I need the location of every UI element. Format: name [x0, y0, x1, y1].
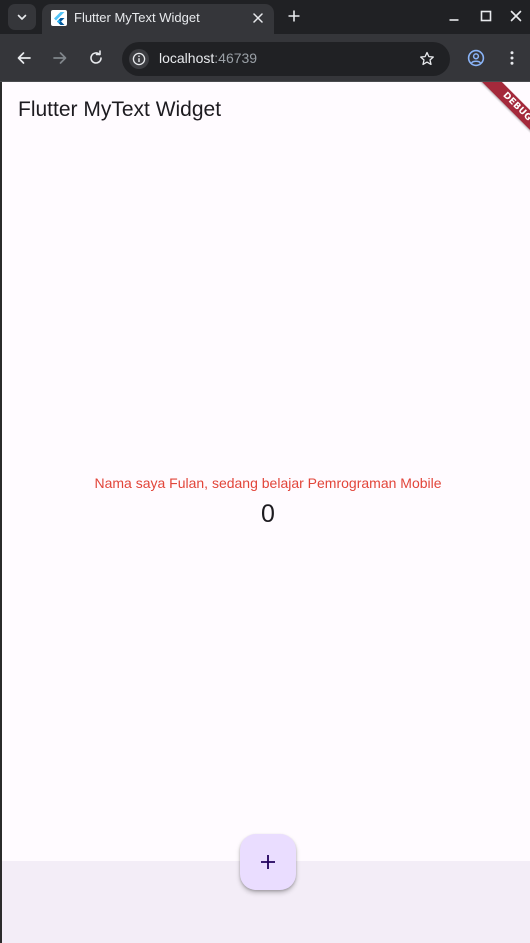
address-bar[interactable]: localhost:46739 [122, 42, 450, 76]
window-close-button[interactable] [506, 6, 526, 26]
back-button[interactable] [13, 47, 35, 69]
increment-fab[interactable] [240, 834, 296, 890]
browser-toolbar: localhost:46739 [0, 34, 530, 82]
tab-search-button[interactable] [8, 4, 36, 30]
forward-button[interactable] [49, 47, 71, 69]
tab-title: Flutter MyText Widget [74, 10, 200, 25]
profile-icon [467, 49, 485, 67]
url-host: localhost [159, 50, 215, 66]
flutter-icon [51, 10, 67, 26]
url-text: localhost:46739 [159, 50, 257, 66]
maximize-icon [480, 10, 492, 22]
back-arrow-icon [17, 52, 31, 64]
bookmark-button[interactable] [418, 50, 436, 68]
browser-window: Flutter MyText Widget localhost:46739 Fl… [0, 0, 530, 943]
plus-icon [288, 10, 300, 22]
site-info-button[interactable] [129, 49, 149, 69]
close-icon [510, 10, 522, 22]
browser-tab-active[interactable]: Flutter MyText Widget [42, 4, 274, 34]
chevron-down-icon [17, 14, 27, 20]
counter-value: 0 [261, 500, 275, 528]
app-viewport: Flutter MyText Widget DEBUG Nama saya Fu… [0, 82, 530, 943]
debug-banner-label: DEBUG [480, 82, 530, 144]
url-port: :46739 [214, 50, 258, 66]
reload-icon [90, 50, 102, 64]
profile-button[interactable] [465, 47, 487, 69]
more-vert-icon [510, 51, 514, 65]
info-icon [132, 52, 146, 66]
browser-menu-button[interactable] [501, 47, 523, 69]
forward-arrow-icon [53, 52, 67, 64]
minimize-button[interactable] [444, 6, 464, 26]
maximize-button[interactable] [476, 6, 496, 26]
minimize-icon [449, 19, 459, 21]
reload-button[interactable] [85, 47, 107, 69]
tab-close-button[interactable] [250, 10, 266, 26]
star-icon [420, 51, 434, 66]
appbar-title: Flutter MyText Widget [18, 98, 222, 121]
viewport-edge [0, 82, 2, 943]
new-tab-button[interactable] [284, 6, 304, 26]
body-content: Nama saya Fulan, sedang belajar Pemrogra… [0, 474, 530, 529]
my-text-widget: Nama saya Fulan, sedang belajar Pemrogra… [94, 475, 442, 491]
debug-banner: DEBUG [460, 82, 530, 152]
close-icon [253, 13, 263, 23]
tab-strip: Flutter MyText Widget [0, 0, 530, 34]
plus-icon [261, 855, 275, 869]
